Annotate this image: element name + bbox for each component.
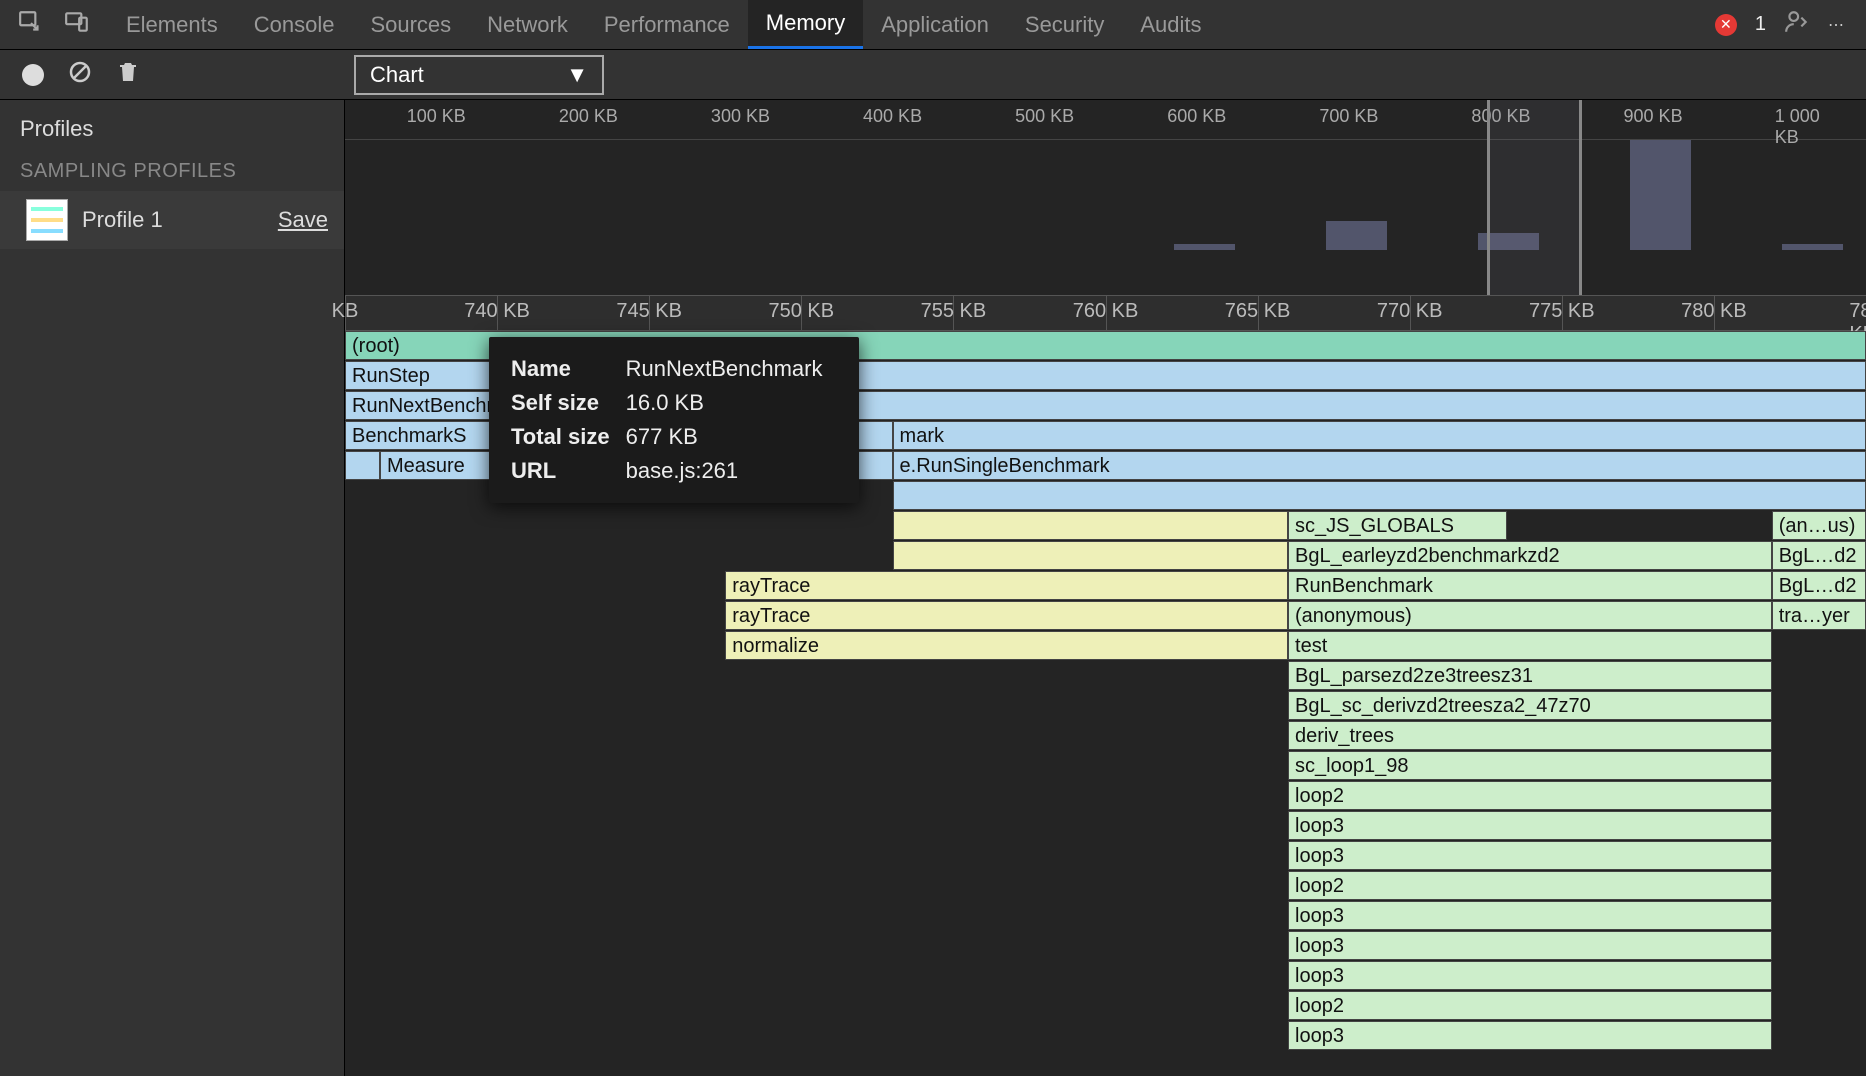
- sidebar-section-label: SAMPLING PROFILES: [0, 152, 344, 191]
- flame-cell[interactable]: deriv_trees: [1288, 721, 1772, 750]
- tooltip-value: 677 KB: [626, 421, 837, 453]
- save-link[interactable]: Save: [278, 207, 328, 233]
- flame-cell[interactable]: loop3: [1288, 1021, 1772, 1050]
- detail-tick: 780 KB: [1681, 300, 1747, 323]
- error-badge-icon[interactable]: ✕: [1715, 14, 1737, 36]
- overview-tick: 400 KB: [863, 106, 922, 127]
- overview-tick: 600 KB: [1167, 106, 1226, 127]
- clear-icon[interactable]: [68, 60, 92, 89]
- tab-security[interactable]: Security: [1007, 0, 1122, 49]
- flame-cell[interactable]: BgL…d2: [1772, 571, 1866, 600]
- flame-cell[interactable]: loop3: [1288, 901, 1772, 930]
- device-toolbar-icon[interactable]: [64, 9, 90, 40]
- profile-icon: [26, 199, 68, 241]
- detail-tick: 740 KB: [464, 300, 530, 323]
- flame-cell[interactable]: tra…yer: [1772, 601, 1866, 630]
- feedback-icon[interactable]: [1784, 9, 1810, 40]
- error-count: 1: [1755, 13, 1766, 36]
- tooltip-key: URL: [511, 455, 624, 487]
- detail-tick: 765 KB: [1225, 300, 1291, 323]
- tooltip-key: Self size: [511, 387, 624, 419]
- trash-icon[interactable]: [116, 60, 140, 89]
- flame-cell[interactable]: loop3: [1288, 961, 1772, 990]
- overview-bars: [345, 140, 1866, 250]
- flame-cell[interactable]: mark: [893, 421, 1866, 450]
- view-mode-select[interactable]: Chart ▼: [354, 55, 604, 95]
- tooltip-key: Name: [511, 353, 624, 385]
- flame-cell[interactable]: rayTrace: [725, 571, 1288, 600]
- devtools-tabstrip: ElementsConsoleSourcesNetworkPerformance…: [0, 0, 1866, 50]
- overview-tick: 900 KB: [1624, 106, 1683, 127]
- overview-tick: 200 KB: [559, 106, 618, 127]
- flame-cell[interactable]: BgL_parsezd2ze3treesz31: [1288, 661, 1772, 690]
- flame-cell[interactable]: loop3: [1288, 931, 1772, 960]
- overview-tick: 300 KB: [711, 106, 770, 127]
- chevron-down-icon: ▼: [566, 62, 588, 88]
- tab-sources[interactable]: Sources: [352, 0, 469, 49]
- view-mode-label: Chart: [370, 62, 424, 88]
- tab-console[interactable]: Console: [236, 0, 353, 49]
- flame-cell[interactable]: loop3: [1288, 811, 1772, 840]
- inspect-tools: [0, 9, 108, 40]
- flame-cell[interactable]: BgL_earleyzd2benchmarkzd2: [1288, 541, 1772, 570]
- inspect-element-icon[interactable]: [18, 9, 44, 40]
- tab-elements[interactable]: Elements: [108, 0, 236, 49]
- overview-tick: 100 KB: [407, 106, 466, 127]
- detail-tick: 770 KB: [1377, 300, 1443, 323]
- tooltip-key: Total size: [511, 421, 624, 453]
- flame-cell[interactable]: RunBenchmark: [1288, 571, 1772, 600]
- tooltip-value: base.js:261: [626, 455, 837, 487]
- tab-application[interactable]: Application: [863, 0, 1007, 49]
- profile-row[interactable]: Profile 1 Save: [0, 191, 344, 249]
- flame-cell[interactable]: loop2: [1288, 871, 1772, 900]
- flame-cell[interactable]: rayTrace: [725, 601, 1288, 630]
- tab-audits[interactable]: Audits: [1122, 0, 1219, 49]
- tooltip-value: 16.0 KB: [626, 387, 837, 419]
- tab-performance[interactable]: Performance: [586, 0, 748, 49]
- flame-cell[interactable]: [893, 481, 1866, 510]
- flame-cell[interactable]: (anonymous): [1288, 601, 1772, 630]
- detail-tick: 755 KB: [921, 300, 987, 323]
- record-icon[interactable]: [22, 64, 44, 86]
- overview-tick: 700 KB: [1319, 106, 1378, 127]
- tab-memory[interactable]: Memory: [748, 0, 863, 49]
- flame-cell[interactable]: [345, 451, 380, 480]
- profile-name: Profile 1: [82, 207, 163, 233]
- flame-chart-area[interactable]: 100 KB 200 KB 300 KB 400 KB 500 KB 600 KB 700 …: [345, 100, 1866, 1076]
- flame-cell[interactable]: [893, 541, 1288, 570]
- detail-tick: 745 KB: [616, 300, 682, 323]
- flame-cell[interactable]: test: [1288, 631, 1772, 660]
- profiles-sidebar: Profiles SAMPLING PROFILES Profile 1 Sav…: [0, 100, 345, 1076]
- flame-cell[interactable]: loop2: [1288, 781, 1772, 810]
- flame-cell[interactable]: BgL_sc_derivzd2treesza2_47z70: [1288, 691, 1772, 720]
- flame-tooltip: NameRunNextBenchmarkSelf size16.0 KBTota…: [489, 337, 859, 503]
- flame-cell[interactable]: sc_JS_GLOBALS: [1288, 511, 1507, 540]
- flame-cell[interactable]: e.RunSingleBenchmark: [893, 451, 1866, 480]
- memory-toolbar: Chart ▼: [0, 50, 1866, 100]
- detail-tick: 750 KB: [768, 300, 834, 323]
- flame-cell[interactable]: loop3: [1288, 841, 1772, 870]
- detail-ruler[interactable]: KB740 KB745 KB750 KB755 KB760 KB765 KB77…: [345, 295, 1866, 331]
- flame-cell[interactable]: [893, 511, 1288, 540]
- overview-ruler[interactable]: 100 KB 200 KB 300 KB 400 KB 500 KB 600 KB 700 …: [345, 100, 1866, 140]
- detail-tick: KB: [332, 300, 359, 323]
- flame-cell[interactable]: normalize: [725, 631, 1288, 660]
- flame-cell[interactable]: (an…us): [1772, 511, 1866, 540]
- tabstrip-right: ✕ 1 ⋯: [1715, 9, 1866, 40]
- tooltip-value: RunNextBenchmark: [626, 353, 837, 385]
- flame-cell[interactable]: sc_loop1_98: [1288, 751, 1772, 780]
- overview-tick: 500 KB: [1015, 106, 1074, 127]
- tab-network[interactable]: Network: [469, 0, 586, 49]
- detail-tick: 775 KB: [1529, 300, 1595, 323]
- flame-cell[interactable]: loop2: [1288, 991, 1772, 1020]
- flame-cell[interactable]: BgL…d2: [1772, 541, 1866, 570]
- overview-selection[interactable]: [1487, 100, 1581, 295]
- more-options-icon[interactable]: ⋯: [1828, 15, 1846, 35]
- sidebar-title: Profiles: [0, 100, 344, 152]
- detail-tick: 760 KB: [1073, 300, 1139, 323]
